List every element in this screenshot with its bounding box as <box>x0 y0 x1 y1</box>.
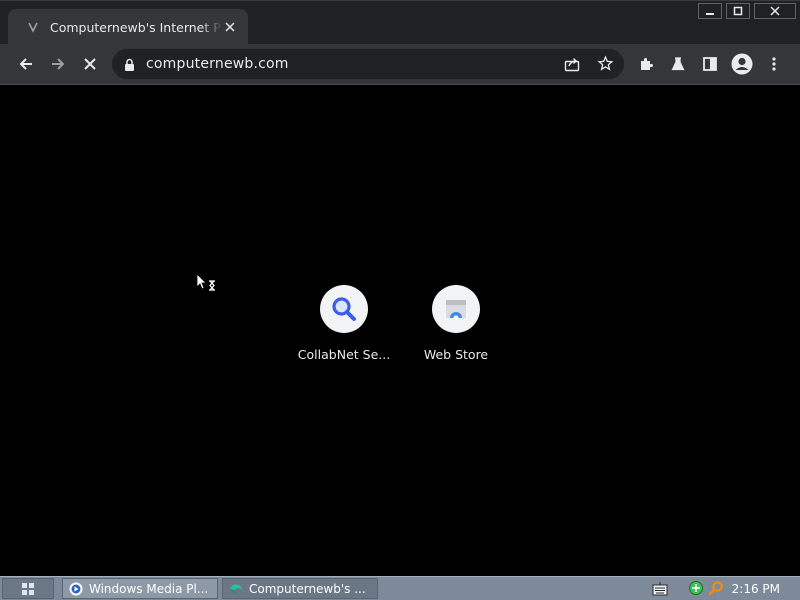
taskbar-item-label: Computernewb's ... <box>249 581 366 596</box>
taskbar: Windows Media Pl... Computernewb's ... 2… <box>0 576 800 600</box>
restore-button[interactable] <box>726 3 750 19</box>
back-icon[interactable] <box>14 52 38 76</box>
new-tab-page: CollabNet Se... Web Store <box>4 85 796 575</box>
taskbar-item-media-player[interactable]: Windows Media Pl... <box>62 578 218 599</box>
taskbar-item-label: Windows Media Pl... <box>89 581 209 596</box>
clock[interactable]: 2:16 PM <box>732 578 780 600</box>
side-panel-icon[interactable] <box>698 52 722 76</box>
shortcut-web-store[interactable]: Web Store <box>406 285 506 362</box>
tab-title: Computernewb's Internet Pub <box>50 19 222 35</box>
stop-icon[interactable] <box>78 52 102 76</box>
minimize-button[interactable] <box>698 3 722 19</box>
share-icon[interactable] <box>564 56 581 76</box>
forward-icon[interactable] <box>46 52 70 76</box>
profile-icon[interactable] <box>730 52 754 76</box>
keyboard-icon[interactable] <box>652 581 668 600</box>
loading-icon <box>26 20 40 34</box>
url-text[interactable]: computernewb.com <box>146 49 289 79</box>
start-icon <box>22 582 34 595</box>
labs-icon[interactable] <box>666 52 690 76</box>
tab-close-icon[interactable] <box>222 19 238 35</box>
shortcut-collabnet[interactable]: CollabNet Se... <box>294 285 394 362</box>
browser-icon <box>229 582 243 596</box>
system-tray: 2:16 PM <box>680 578 798 599</box>
close-button[interactable] <box>754 3 796 19</box>
webstore-icon <box>432 285 480 333</box>
busy-cursor-icon <box>196 273 218 297</box>
shortcut-label: CollabNet Se... <box>297 347 391 362</box>
tab-computernewb[interactable]: Computernewb's Internet Pub <box>8 9 248 45</box>
window-controls <box>698 3 796 19</box>
star-icon[interactable] <box>597 55 614 76</box>
start-button[interactable] <box>2 578 54 599</box>
media-player-icon <box>69 582 83 596</box>
search-tray-icon[interactable] <box>708 580 724 600</box>
tab-strip: Computernewb's Internet Pub <box>0 0 800 45</box>
taskbar-item-browser[interactable]: Computernewb's ... <box>222 578 378 599</box>
network-icon[interactable] <box>688 580 704 600</box>
browser-window: Computernewb's Internet Pub computernewb… <box>0 0 800 576</box>
lock-icon[interactable] <box>124 57 135 76</box>
extensions-icon[interactable] <box>634 52 658 76</box>
browser-toolbar: computernewb.com <box>0 44 800 85</box>
search-icon <box>320 285 368 333</box>
address-bar[interactable]: computernewb.com <box>112 49 624 79</box>
menu-icon[interactable] <box>762 52 786 76</box>
shortcut-label: Web Store <box>423 347 489 362</box>
